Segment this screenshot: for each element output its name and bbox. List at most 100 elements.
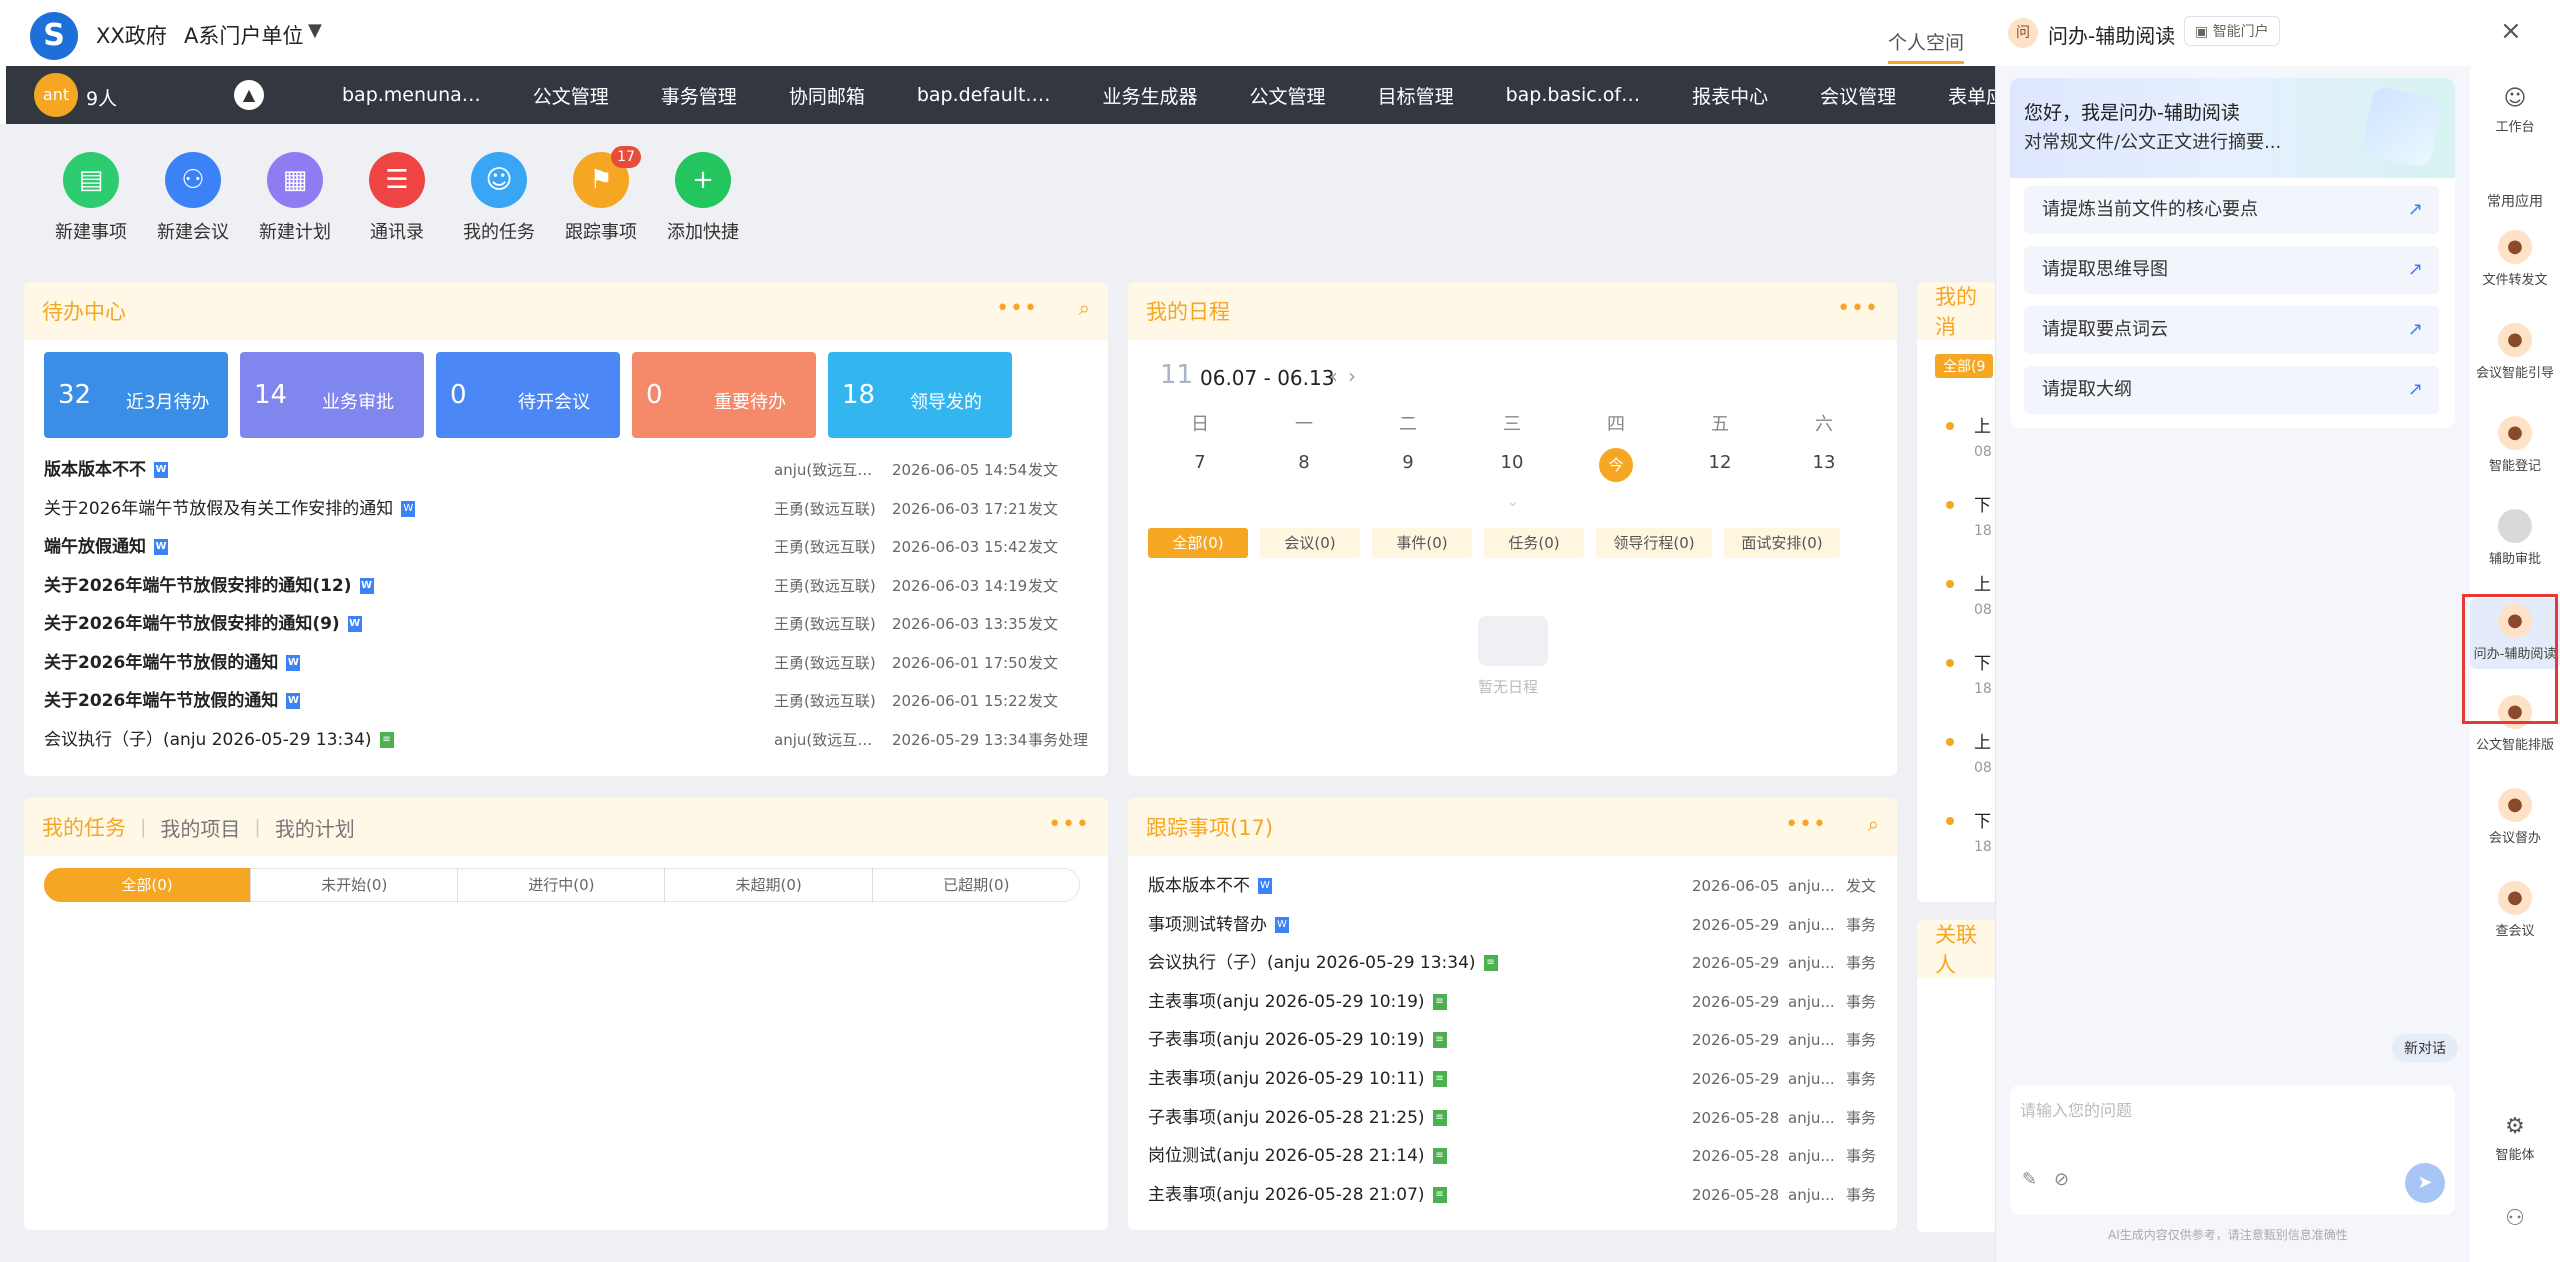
workbench-button[interactable]: ☺ 工作台 bbox=[2470, 86, 2560, 136]
suggestion-item[interactable]: 请提取要点词云 ↗ bbox=[2024, 306, 2439, 354]
track-row[interactable]: 子表事项(anju 2026-05-28 21:25) ≡ 2026-05-28 an… bbox=[1148, 1099, 1878, 1137]
todo-tile[interactable]: 32 近3月待办 bbox=[44, 352, 228, 438]
unit-selector[interactable]: A系门户单位 bbox=[184, 20, 303, 50]
rail-app[interactable]: ● 文件转发文 bbox=[2470, 230, 2560, 289]
nav-item[interactable]: bap.default.… bbox=[891, 84, 1077, 106]
message-title[interactable]: 上 bbox=[1974, 412, 1991, 437]
nav-item[interactable]: 公文管理 bbox=[507, 82, 635, 109]
new-chat-button[interactable]: 新对话 bbox=[2392, 1034, 2458, 1062]
today-marker[interactable]: 今 bbox=[1599, 448, 1633, 482]
schedule-filter[interactable]: 全部(0) bbox=[1148, 528, 1248, 558]
agent-button[interactable]: ⚙ 智能体 bbox=[2470, 1114, 2560, 1164]
schedule-filter[interactable]: 领导行程(0) bbox=[1596, 528, 1712, 558]
rail-app[interactable]: ● 查会议 bbox=[2470, 881, 2560, 940]
rail-app[interactable]: ● 会议督办 bbox=[2470, 788, 2560, 847]
todo-tile[interactable]: 18 领导发的 bbox=[828, 352, 1012, 438]
more-icon[interactable]: ••• bbox=[996, 296, 1038, 321]
quick-action-1[interactable]: ▤ 新建事项 bbox=[40, 152, 142, 244]
track-row[interactable]: 事项测试转督办 W 2026-05-29 anju... 事务 bbox=[1148, 906, 1878, 944]
nav-item[interactable]: bap.basic.of… bbox=[1480, 84, 1666, 106]
suggestion-item[interactable]: 请提取思维导图 ↗ bbox=[2024, 246, 2439, 294]
schedule-filter[interactable]: 面试安排(0) bbox=[1724, 528, 1840, 558]
close-icon[interactable]: × bbox=[2500, 16, 2522, 46]
attachment-icon[interactable]: ⊘ bbox=[2054, 1169, 2069, 1190]
track-row[interactable]: 主表事项(anju 2026-05-29 10:11) ≡ 2026-05-29 an… bbox=[1148, 1060, 1878, 1098]
todo-row[interactable]: 关于2026年端午节放假安排的通知(12) W 王勇(致远互联) 2026-06-03… bbox=[44, 567, 1094, 605]
tab-my-plans[interactable]: 我的计划 bbox=[275, 813, 355, 842]
navigation-icon[interactable]: ▲ bbox=[234, 80, 264, 110]
rail-app[interactable]: 辅助审批 bbox=[2470, 509, 2560, 568]
track-row[interactable]: 版本版本不不 W 2026-06-05 anju... 发文 bbox=[1148, 867, 1878, 905]
expand-icon[interactable]: ⌄ bbox=[1507, 494, 1519, 510]
nav-item[interactable]: 会议管理 bbox=[1794, 82, 1922, 109]
online-count[interactable]: 9人 bbox=[86, 84, 117, 111]
suggestion-item[interactable]: 请提炼当前文件的核心要点 ↗ bbox=[2024, 186, 2439, 234]
nav-item[interactable]: 业务生成器 bbox=[1077, 82, 1224, 109]
search-icon[interactable]: ⌕ bbox=[1079, 296, 1090, 320]
day-cell[interactable]: 12 bbox=[1700, 452, 1740, 473]
message-title[interactable]: 上 bbox=[1974, 570, 1991, 595]
todo-row[interactable]: 关于2026年端午节放假的通知 W 王勇(致远互联) 2026-06-01 15:22… bbox=[44, 682, 1094, 720]
avatar[interactable]: ant bbox=[34, 73, 78, 117]
todo-row[interactable]: 关于2026年端午节放假及有关工作安排的通知 W 王勇(致远互联) 2026-06-0… bbox=[44, 490, 1094, 528]
send-icon[interactable]: ➤ bbox=[2405, 1163, 2445, 1203]
nav-item[interactable]: bap.menuna… bbox=[316, 84, 507, 106]
message-title[interactable]: 下 bbox=[1974, 807, 1991, 832]
more-icon[interactable]: ••• bbox=[1785, 812, 1827, 837]
suggestion-item[interactable]: 请提取大纲 ↗ bbox=[2024, 366, 2439, 414]
task-segment[interactable]: 未开始(0) bbox=[251, 868, 459, 902]
day-cell[interactable]: 13 bbox=[1804, 452, 1844, 473]
user-button[interactable]: ⚇ bbox=[2470, 1206, 2560, 1231]
day-cell[interactable]: 8 bbox=[1284, 452, 1324, 473]
todo-tile[interactable]: 0 待开会议 bbox=[436, 352, 620, 438]
magic-wand-icon[interactable]: ✎ bbox=[2022, 1169, 2037, 1190]
day-cell[interactable]: 7 bbox=[1180, 452, 1220, 473]
nav-item[interactable]: 目标管理 bbox=[1352, 82, 1480, 109]
nav-item[interactable]: 公文管理 bbox=[1224, 82, 1352, 109]
nav-item[interactable]: 报表中心 bbox=[1666, 82, 1794, 109]
nav-item[interactable]: 协同邮箱 bbox=[763, 82, 891, 109]
chat-input[interactable]: 请输入您的问题 bbox=[2020, 1097, 2132, 1121]
tab-personal-space[interactable]: 个人空间 bbox=[1888, 28, 1965, 64]
task-segment[interactable]: 进行中(0) bbox=[458, 868, 666, 902]
search-icon[interactable]: ⌕ bbox=[1868, 812, 1879, 836]
quick-action-4[interactable]: ☰ 通讯录 bbox=[346, 152, 448, 244]
track-row[interactable]: 主表事项(anju 2026-05-29 10:19) ≡ 2026-05-29 an… bbox=[1148, 983, 1878, 1021]
task-segment[interactable]: 全部(0) bbox=[44, 868, 251, 902]
smart-portal-button[interactable]: ▣ 智能门户 bbox=[2184, 16, 2280, 46]
schedule-filter[interactable]: 会议(0) bbox=[1260, 528, 1360, 558]
quick-action-3[interactable]: ▦ 新建计划 bbox=[244, 152, 346, 244]
todo-tile[interactable]: 0 重要待办 bbox=[632, 352, 816, 438]
day-cell[interactable]: 9 bbox=[1388, 452, 1428, 473]
more-icon[interactable]: ••• bbox=[1048, 812, 1090, 837]
task-segment[interactable]: 已超期(0) bbox=[873, 868, 1080, 902]
next-week-icon[interactable]: › bbox=[1348, 364, 1356, 388]
quick-action-2[interactable]: ⚇ 新建会议 bbox=[142, 152, 244, 244]
more-icon[interactable]: ••• bbox=[1837, 296, 1879, 321]
quick-action-7[interactable]: + 添加快捷 bbox=[652, 152, 754, 244]
rail-app[interactable]: ● 智能登记 bbox=[2470, 416, 2560, 475]
quick-action-5[interactable]: ☺ 我的任务 bbox=[448, 152, 550, 244]
schedule-filter[interactable]: 事件(0) bbox=[1372, 528, 1472, 558]
todo-row[interactable]: 关于2026年端午节放假安排的通知(9) W 王勇(致远互联) 2026-06-03 … bbox=[44, 605, 1094, 643]
track-row[interactable]: 岗位测试(anju 2026-05-28 21:14) ≡ 2026-05-28 an… bbox=[1148, 1137, 1878, 1175]
msg-filter-all[interactable]: 全部(9 bbox=[1935, 354, 1994, 378]
todo-row[interactable]: 版本版本不不 Wanju(致远互… 2026-06-05 14:54 发文 bbox=[44, 451, 1094, 489]
track-row[interactable]: 主表事项(anju 2026-05-28 21:07) ≡ 2026-05-28 an… bbox=[1148, 1176, 1878, 1214]
chevron-down-icon[interactable]: ▼ bbox=[308, 20, 322, 41]
message-title[interactable]: 上 bbox=[1974, 728, 1991, 753]
track-row[interactable]: 子表事项(anju 2026-05-29 10:19) ≡ 2026-05-29 an… bbox=[1148, 1021, 1878, 1059]
prev-week-icon[interactable]: ‹ bbox=[1330, 364, 1338, 388]
schedule-filter[interactable]: 任务(0) bbox=[1484, 528, 1584, 558]
message-title[interactable]: 下 bbox=[1974, 491, 1991, 516]
todo-row[interactable]: 关于2026年端午节放假的通知 W 王勇(致远互联) 2026-06-01 17:50… bbox=[44, 644, 1094, 682]
quick-action-6[interactable]: ⚑ 17 跟踪事项 bbox=[550, 146, 652, 244]
todo-tile[interactable]: 14 业务审批 bbox=[240, 352, 424, 438]
tab-my-projects[interactable]: 我的项目 bbox=[160, 813, 240, 842]
day-cell[interactable]: 10 bbox=[1492, 452, 1532, 473]
track-row[interactable]: 会议执行（子）(anju 2026-05-29 13:34) ≡ 2026-05-2… bbox=[1148, 944, 1878, 982]
rail-app[interactable]: ● 会议智能引导 bbox=[2470, 323, 2560, 382]
tab-my-tasks[interactable]: 我的任务 bbox=[42, 812, 126, 842]
nav-item[interactable]: 事务管理 bbox=[635, 82, 763, 109]
todo-row[interactable]: 端午放假通知 W 王勇(致远互联) 2026-06-03 15:42 发文 bbox=[44, 528, 1094, 566]
